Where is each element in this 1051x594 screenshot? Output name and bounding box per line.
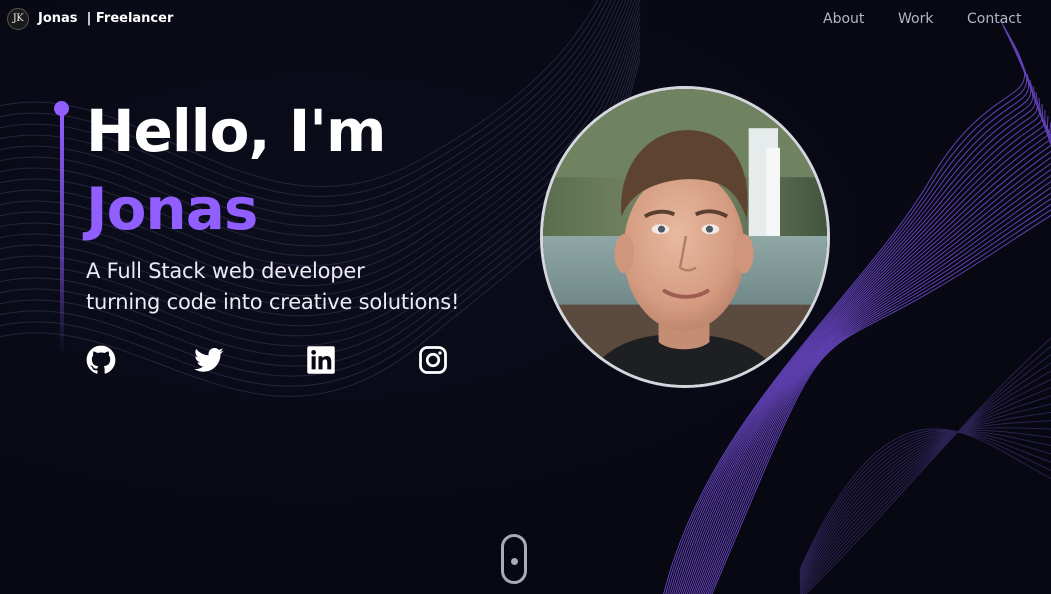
hero-title: Hello, I'm Jonas bbox=[86, 92, 386, 248]
logo[interactable]: JK bbox=[7, 8, 29, 30]
scroll-dot bbox=[511, 558, 518, 565]
github-icon bbox=[86, 345, 116, 374]
brand-name[interactable]: Jonas | Freelancer bbox=[38, 11, 173, 26]
nav-work-link[interactable]: Work bbox=[898, 11, 933, 27]
background-wave-line bbox=[799, 370, 1051, 594]
portrait-illustration bbox=[543, 89, 827, 385]
background-wave-line bbox=[799, 428, 1051, 570]
linkedin-link[interactable] bbox=[306, 345, 338, 375]
navbar: JK Jonas | Freelancer About Work Contact bbox=[0, 0, 1051, 38]
timeline-line bbox=[60, 114, 64, 354]
background-wave-line bbox=[799, 378, 1051, 592]
scroll-down-indicator[interactable] bbox=[501, 534, 527, 584]
hero-name: Jonas bbox=[86, 175, 258, 243]
hero-subtitle-line2: turning code into creative solutions! bbox=[86, 290, 460, 314]
nav-contact-link[interactable]: Contact bbox=[967, 11, 1021, 27]
instagram-link[interactable] bbox=[418, 345, 450, 375]
twitter-icon bbox=[194, 347, 224, 372]
instagram-icon bbox=[419, 346, 447, 374]
hero-subtitle: A Full Stack web developer turning code … bbox=[86, 256, 459, 318]
github-link[interactable] bbox=[86, 345, 118, 375]
linkedin-icon bbox=[307, 346, 335, 374]
hero-subtitle-line1: A Full Stack web developer bbox=[86, 259, 365, 283]
hero-greeting: Hello, I'm bbox=[86, 97, 386, 165]
twitter-link[interactable] bbox=[194, 345, 226, 375]
profile-photo bbox=[540, 86, 830, 388]
page: JK Jonas | Freelancer About Work Contact… bbox=[0, 0, 1051, 594]
nav-about-link[interactable]: About bbox=[823, 11, 864, 27]
